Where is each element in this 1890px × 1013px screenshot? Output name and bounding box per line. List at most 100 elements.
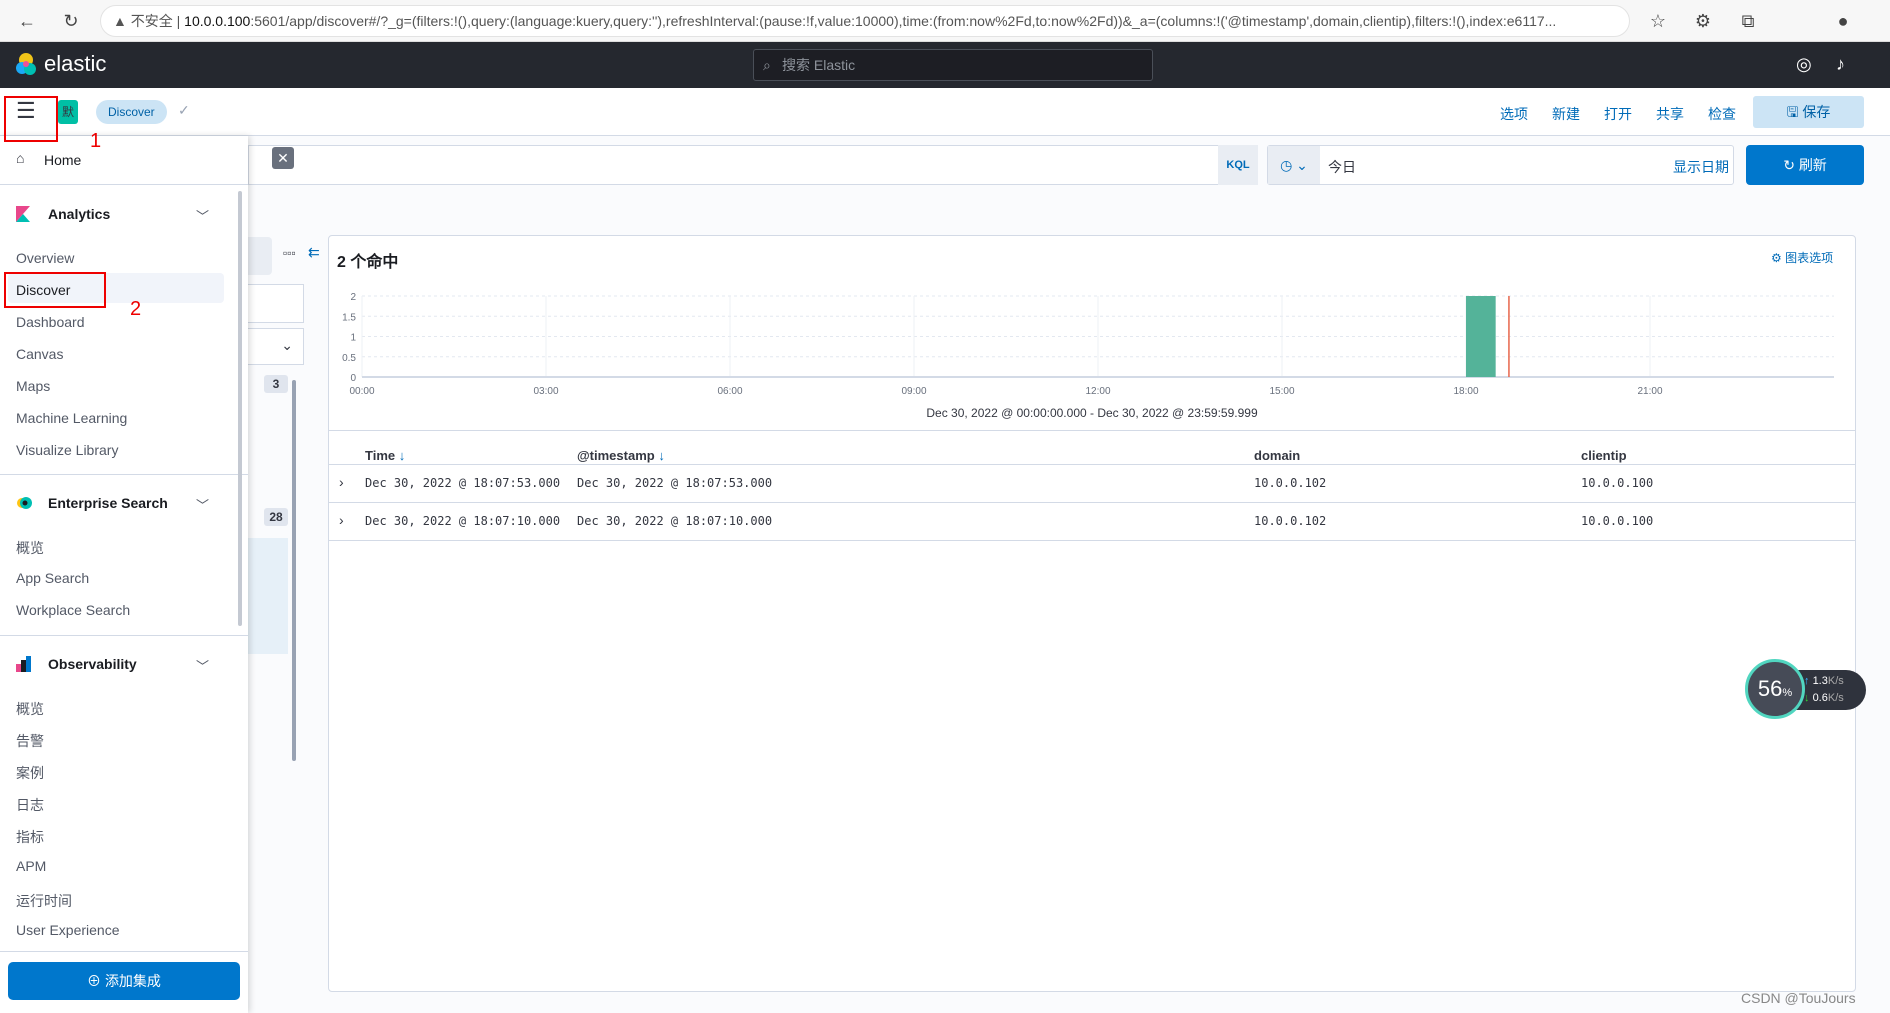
nav-metrics[interactable]: 指标 [16, 827, 44, 847]
nav-app-search[interactable]: App Search [16, 570, 89, 586]
nav-group-analytics[interactable]: Analytics [48, 206, 110, 222]
plus-circle-icon: ⊕ [87, 973, 105, 989]
collections-icon[interactable]: ⧉ [1735, 8, 1761, 34]
available-fields-count: 28 [264, 508, 288, 526]
cell-domain: 10.0.0.102 [1254, 476, 1327, 490]
profile-avatar[interactable]: ● [1830, 8, 1856, 34]
cell-clientip: 10.0.0.100 [1581, 476, 1654, 490]
address-bar[interactable]: ▲ 不安全 | 10.0.0.100:5601/app/discover#/?_… [100, 5, 1630, 37]
sort-desc-icon[interactable]: ↓ [395, 448, 406, 463]
url-host: 10.0.0.100 [184, 13, 251, 29]
nav-machine-learning[interactable]: Machine Learning [16, 410, 127, 426]
nav-group-observability[interactable]: Observability [48, 656, 137, 672]
column-header-domain[interactable]: domain [1254, 448, 1300, 463]
help-icon[interactable]: ◎ [1796, 54, 1812, 75]
nav-alerts[interactable]: 告警 [16, 731, 44, 751]
kibana-icon [16, 206, 30, 222]
divider [0, 184, 248, 185]
annotation-label-1: 1 [90, 130, 102, 152]
histogram-chart[interactable]: 0 0.5 1 1.5 2 00:00 03:00 06:00 09:00 12:00 15:00 1… [329, 276, 1855, 426]
global-search-input[interactable]: ⌕ 搜索 Elastic [753, 49, 1153, 81]
warning-icon: ▲ [113, 13, 131, 29]
nav-logs[interactable]: 日志 [16, 795, 44, 815]
query-input[interactable] [248, 145, 1258, 185]
news-icon[interactable]: ♪ [1836, 54, 1845, 75]
nav-cases[interactable]: 案例 [16, 763, 44, 783]
chart-options-button[interactable]: ⚙ 图表选项 [1771, 249, 1833, 266]
browser-toolbar: ← ↻ ▲ 不安全 | 10.0.0.100:5601/app/discover… [0, 0, 1890, 42]
nav-obs-overview[interactable]: 概览 [16, 699, 44, 719]
date-picker[interactable]: ◷ ⌄ 今日 显示日期 [1267, 145, 1734, 185]
chevron-down-icon[interactable]: ﹀ [196, 495, 209, 514]
kql-toggle[interactable]: KQL [1218, 145, 1258, 185]
y-tick-label: 2 [350, 292, 356, 303]
back-icon[interactable]: ← [14, 8, 40, 34]
column-header-time[interactable]: Time ↓ [365, 448, 405, 463]
nav-overview[interactable]: Overview [16, 250, 74, 266]
close-icon[interactable]: ✕ [272, 147, 294, 169]
open-link[interactable]: 打开 [1604, 104, 1632, 124]
refresh-label: 刷新 [1798, 157, 1827, 173]
x-tick-label: 09:00 [901, 386, 926, 397]
collapse-icon[interactable]: ⇇ [308, 244, 320, 261]
watermark: CSDN @TouJours [1741, 990, 1856, 1006]
table-row[interactable]: › Dec 30, 2022 @ 18:07:53.000 Dec 30, 20… [329, 465, 1855, 502]
nav-scrollbar[interactable] [238, 191, 242, 626]
clock-icon[interactable]: ◷ ⌄ [1268, 146, 1320, 184]
nav-visualize-library[interactable]: Visualize Library [16, 442, 118, 458]
nav-apm[interactable]: APM [16, 858, 46, 874]
space-avatar[interactable]: 默 [58, 100, 78, 124]
elastic-logo-icon [16, 53, 36, 75]
inspect-link[interactable]: 检查 [1708, 104, 1736, 124]
nav-uptime[interactable]: 运行时间 [16, 891, 72, 911]
cell-timestamp: Dec 30, 2022 @ 18:07:10.000 [577, 514, 773, 528]
field-list-scrollbar[interactable] [292, 380, 296, 761]
elastic-logo[interactable]: elastic [14, 51, 106, 77]
annotation-box-1 [4, 96, 58, 142]
x-tick-label: 03:00 [533, 386, 558, 397]
nav-workplace-search[interactable]: Workplace Search [16, 602, 130, 618]
new-link[interactable]: 新建 [1552, 104, 1580, 124]
x-tick-label: 18:00 [1453, 386, 1478, 397]
nav-maps[interactable]: Maps [16, 378, 50, 394]
column-header-clientip[interactable]: clientip [1581, 448, 1627, 463]
more-icon[interactable]: ▫▫▫ [283, 246, 296, 260]
table-row[interactable]: › Dec 30, 2022 @ 18:07:10.000 Dec 30, 20… [329, 503, 1855, 540]
nav-canvas[interactable]: Canvas [16, 346, 63, 362]
reload-icon[interactable]: ↻ [58, 8, 84, 34]
breadcrumb-discover[interactable]: Discover [96, 100, 167, 124]
column-header-timestamp[interactable]: @timestamp ↓ [577, 448, 665, 463]
favorites-icon[interactable]: ☆ [1645, 8, 1671, 34]
col-label: @timestamp [577, 448, 655, 463]
options-link[interactable]: 选项 [1500, 104, 1528, 124]
observability-icon [16, 656, 31, 672]
show-dates-link[interactable]: 显示日期 [1673, 157, 1729, 177]
cpu-percent: 56 [1757, 676, 1783, 701]
sort-desc-icon[interactable]: ↓ [655, 448, 665, 463]
chevron-down-icon[interactable]: ﹀ [196, 656, 209, 675]
expand-icon[interactable]: › [339, 474, 344, 490]
home-icon: ⌂ [16, 150, 25, 166]
save-button[interactable]: 🖫 保存 [1753, 96, 1864, 128]
nav-home[interactable]: Home [44, 152, 81, 168]
url-path: :5601/app/discover#/?_g=(filters:!(),que… [250, 13, 1557, 29]
nav-drawer: ⌂ Home Analytics ﹀ Overview Discover Das… [0, 136, 248, 1013]
nav-es-overview[interactable]: 概览 [16, 538, 44, 558]
nav-user-experience[interactable]: User Experience [16, 922, 120, 938]
selected-fields-count: 3 [264, 375, 288, 393]
y-tick-label: 1 [350, 333, 356, 344]
expand-icon[interactable]: › [339, 512, 344, 528]
security-label: 不安全 [130, 13, 173, 29]
refresh-button[interactable]: ↻ 刷新 [1746, 145, 1864, 185]
cpu-gauge[interactable]: 56% [1745, 659, 1805, 719]
share-link[interactable]: 共享 [1656, 104, 1684, 124]
y-tick-label: 0.5 [342, 353, 356, 364]
results-panel: 2 个命中 ⚙ 图表选项 0 0.5 1 1.5 2 00:00 03:00 06:00 09:… [328, 235, 1856, 992]
chevron-down-icon[interactable]: ﹀ [196, 206, 209, 225]
nav-group-enterprise-search[interactable]: Enterprise Search [48, 495, 168, 511]
extension-icon[interactable]: ⚙ [1690, 8, 1716, 34]
histogram-bar [1466, 296, 1496, 377]
percent-sign: % [1782, 687, 1793, 699]
nav-dashboard[interactable]: Dashboard [16, 314, 85, 330]
add-integration-button[interactable]: ⊕ 添加集成 [8, 962, 240, 1000]
